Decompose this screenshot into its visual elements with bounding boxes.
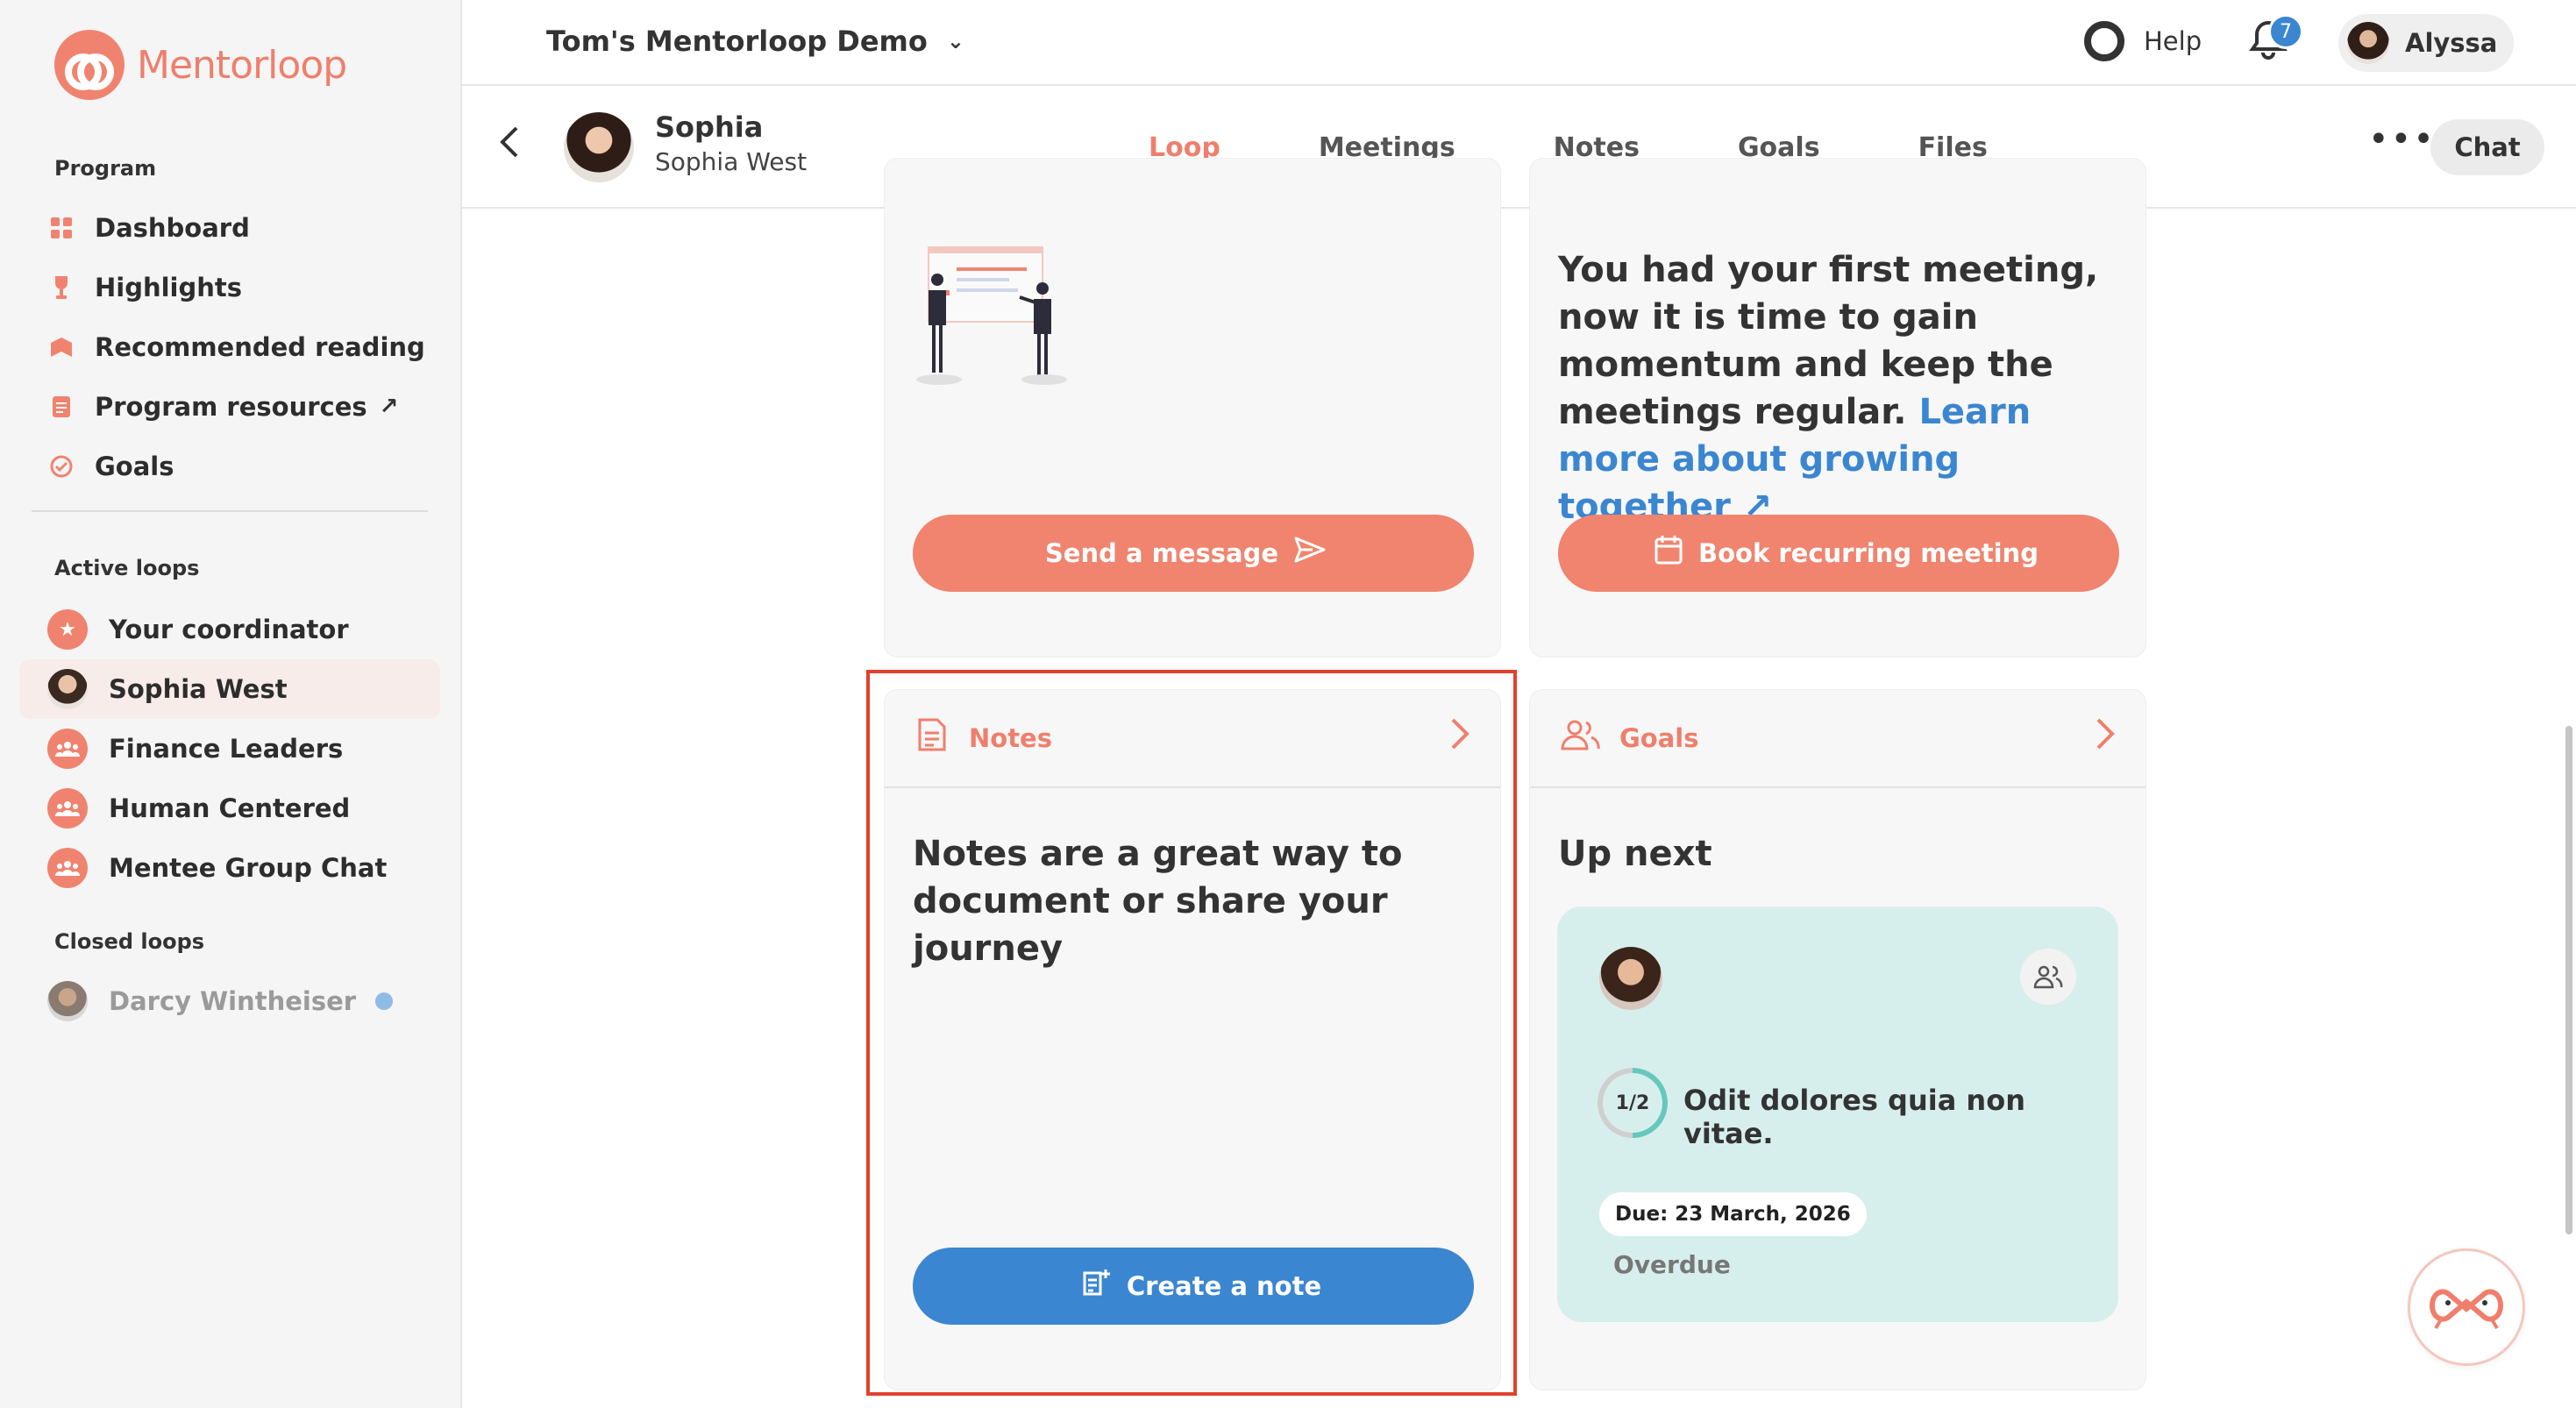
avatar: [1599, 947, 1662, 1010]
book-icon: [49, 335, 74, 359]
create-note-label: Create a note: [1126, 1271, 1322, 1301]
dashboard-icon: [49, 216, 74, 240]
unread-dot: [375, 992, 394, 1010]
notes-card-header[interactable]: Notes: [885, 690, 1500, 788]
send-message-button[interactable]: Send a message: [913, 515, 1474, 592]
send-message-label: Send a message: [1044, 538, 1279, 568]
sidebar-item-label: Highlights: [95, 273, 243, 302]
meeting-card: You had your first meeting, now it is ti…: [1529, 158, 2146, 658]
loop-item-human-centered[interactable]: Human Centered: [19, 779, 440, 838]
group-icon: [47, 848, 88, 888]
notes-card: Notes Notes are a great way to document …: [884, 689, 1501, 1390]
avatar: [47, 669, 88, 709]
avatar: [47, 981, 88, 1021]
loop-item-finance-leaders[interactable]: Finance Leaders: [19, 719, 440, 779]
lifebuoy-icon: [2084, 21, 2124, 61]
sidebar-item-recommended-reading[interactable]: Recommended reading: [49, 324, 425, 370]
goal-status: Overdue: [1613, 1250, 1731, 1279]
mentorloop-logo[interactable]: Mentorloop: [54, 30, 347, 100]
chevron-down-icon: ⌄: [946, 29, 964, 53]
goal-card[interactable]: 1/2 Odit dolores quia non vitae. Due: 23…: [1557, 907, 2118, 1322]
section-label-active-loops: Active loops: [54, 556, 200, 580]
help-label: Help: [2144, 26, 2202, 56]
section-label-program: Program: [54, 156, 157, 181]
user-menu[interactable]: Alyssa: [2338, 14, 2514, 72]
sidebar-item-label: Dashboard: [95, 213, 250, 243]
profile-name: Sophia: [655, 110, 764, 144]
book-recurring-meeting-button[interactable]: Book recurring meeting: [1558, 515, 2119, 592]
calendar-icon: [1654, 535, 1683, 572]
loop-header: Sophia Sophia West Loop Meetings Notes G…: [462, 86, 2576, 209]
document-icon: [49, 395, 74, 419]
avatar: [2347, 22, 2389, 64]
sidebar-item-label: Goals: [95, 452, 174, 481]
notes-card-title: Notes: [969, 723, 1052, 753]
section-label-closed-loops: Closed loops: [54, 929, 205, 954]
logo-text: Mentorloop: [137, 42, 347, 88]
meeting-prompt: You had your first meeting, now it is ti…: [1558, 246, 2128, 530]
external-link-icon: ↗: [379, 394, 399, 420]
chevron-right-icon: [2095, 716, 2116, 761]
up-next-heading: Up next: [1558, 834, 1712, 874]
top-bar: Tom's Mentorloop Demo ⌄ Help 7 Alyssa: [462, 0, 2576, 86]
loop-item-label: Your coordinator: [109, 615, 349, 644]
star-icon: ★: [47, 609, 88, 650]
sidebar-divider: [32, 510, 428, 512]
chevron-right-icon: [1449, 716, 1470, 761]
notes-icon: [914, 717, 950, 760]
add-note-icon: [1081, 1268, 1111, 1305]
chat-button[interactable]: Chat: [2430, 119, 2544, 175]
scrollbar-thumb[interactable]: [2565, 726, 2572, 1234]
goal-check-icon: [49, 454, 74, 479]
loop-item-label: Finance Leaders: [109, 734, 344, 764]
profile-full-name: Sophia West: [655, 147, 808, 176]
mentorloop-logo-icon: [54, 30, 125, 100]
group-icon: [47, 788, 88, 828]
help-button[interactable]: Help: [2084, 21, 2202, 61]
goal-title: Odit dolores quia non vitae.: [1683, 1084, 2025, 1150]
sidebar: Mentorloop Program Dashboard Highlights …: [0, 0, 462, 1408]
due-date-badge: Due: 23 March, 2026: [1599, 1192, 1867, 1236]
paper-plane-icon: [1294, 537, 1326, 570]
sidebar-item-label: Program resources: [95, 392, 367, 422]
goal-progress-ring: 1/2: [1598, 1068, 1668, 1138]
loop-item-your-coordinator[interactable]: ★ Your coordinator: [19, 600, 440, 659]
sidebar-item-program-resources[interactable]: Program resources ↗: [49, 384, 398, 430]
people-icon: [1560, 719, 1600, 758]
workspace-name: Tom's Mentorloop Demo: [546, 25, 928, 58]
loop-item-mentee-group-chat[interactable]: Mentee Group Chat: [19, 838, 440, 898]
meeting-illustration: [913, 245, 1088, 390]
workspace-switcher[interactable]: Tom's Mentorloop Demo ⌄: [546, 25, 964, 58]
loop-item-label: Darcy Wintheiser: [109, 986, 357, 1016]
sidebar-item-dashboard[interactable]: Dashboard: [49, 205, 250, 251]
create-note-button[interactable]: Create a note: [913, 1248, 1474, 1325]
people-icon[interactable]: [2020, 949, 2076, 1005]
sidebar-item-goals[interactable]: Goals: [49, 444, 174, 489]
back-chevron-icon[interactable]: [497, 123, 522, 171]
notification-badge: 7: [2268, 14, 2303, 49]
book-recurring-meeting-label: Book recurring meeting: [1698, 538, 2039, 568]
loop-item-sophia-west[interactable]: Sophia West: [19, 659, 440, 719]
goal-progress-label: 1/2: [1603, 1073, 1662, 1133]
mentorloop-mascot-icon: [2425, 1279, 2508, 1335]
goals-card-title: Goals: [1619, 723, 1699, 753]
more-options-icon[interactable]: •••: [2368, 119, 2436, 160]
message-card: Send a message: [884, 158, 1501, 658]
goals-card-header[interactable]: Goals: [1530, 690, 2145, 788]
loop-item-darcy-wintheiser[interactable]: Darcy Wintheiser: [19, 971, 440, 1031]
group-icon: [47, 729, 88, 769]
loop-item-label: Sophia West: [109, 674, 288, 704]
loop-item-label: Human Centered: [109, 793, 351, 823]
sidebar-item-highlights[interactable]: Highlights: [49, 265, 242, 310]
user-name: Alyssa: [2405, 28, 2498, 58]
avatar: [564, 112, 634, 182]
assistant-button[interactable]: [2408, 1248, 2525, 1366]
sidebar-item-label: Recommended reading: [95, 332, 425, 362]
trophy-icon: [49, 275, 74, 300]
loop-item-label: Mentee Group Chat: [109, 853, 388, 883]
notes-card-text: Notes are a great way to document or sha…: [913, 834, 1403, 969]
